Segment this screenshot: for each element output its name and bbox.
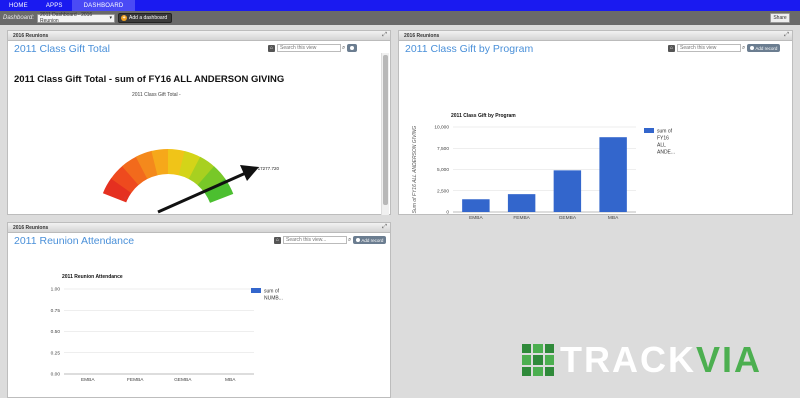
y-tick-label: 7,500 bbox=[437, 146, 449, 152]
y-tick-label: 1.00 bbox=[51, 287, 61, 293]
panel-header-title: 2016 Reunions bbox=[13, 32, 49, 39]
expand-icon[interactable]: ⤢ bbox=[784, 32, 789, 39]
panel-title: 2011 Reunion Attendance bbox=[14, 235, 135, 247]
legend-swatch bbox=[251, 288, 261, 293]
y-tick-label: 0.75 bbox=[51, 308, 61, 314]
dashboard-label: Dashboard bbox=[3, 15, 33, 21]
legend-label: ANDE... bbox=[657, 150, 675, 156]
legend-swatch bbox=[644, 128, 654, 133]
panel-gift-total: 2016 Reunions ⤢ 2011 Class Gift Total ⌂ … bbox=[7, 30, 391, 215]
scrollbar[interactable] bbox=[381, 53, 389, 215]
dashboard-select[interactable]: 2011 Dashboard - 2016 Reunion ▾ bbox=[37, 12, 116, 24]
panel-header: 2016 Reunions ⤢ bbox=[8, 31, 390, 41]
legend-label: sum of bbox=[264, 289, 280, 295]
bar bbox=[507, 194, 536, 212]
bar bbox=[553, 170, 582, 212]
panel-header-title: 2016 Reunions bbox=[404, 32, 440, 39]
search-input[interactable] bbox=[677, 44, 741, 52]
gauge-title: 2011 Class Gift Total - sum of FY16 ALL … bbox=[14, 74, 285, 85]
x-tick-label: GEMBA bbox=[559, 215, 577, 221]
logo-text-track: TRACK bbox=[560, 339, 696, 380]
add-dashboard-button[interactable]: + Add a dashboard bbox=[118, 13, 173, 23]
logo-mark bbox=[522, 344, 554, 376]
search-icon[interactable]: ⌕ bbox=[348, 237, 351, 244]
bar bbox=[599, 137, 627, 212]
search-icon[interactable]: ⌕ bbox=[742, 45, 745, 52]
panel-title: 2011 Class Gift Total bbox=[14, 43, 110, 55]
add-record-button[interactable] bbox=[347, 44, 358, 52]
y-tick-label: 5,000 bbox=[437, 167, 449, 173]
x-tick-label: GEMBA bbox=[174, 377, 192, 383]
expand-icon[interactable]: ⤢ bbox=[382, 224, 387, 231]
x-tick-label: MBA bbox=[608, 215, 619, 221]
add-record-label: Add record bbox=[755, 45, 778, 51]
x-tick-label: EMBA bbox=[81, 377, 95, 383]
add-record-button[interactable]: Add record bbox=[747, 44, 781, 52]
panel-attendance: 2016 Reunions ⤢ 2011 Reunion Attendance … bbox=[7, 222, 391, 398]
legend-label: NUMB... bbox=[264, 296, 283, 302]
chart-title: 2011 Class Gift by Program bbox=[451, 113, 516, 119]
scrollbar-thumb[interactable] bbox=[383, 55, 388, 205]
plus-icon bbox=[350, 46, 355, 50]
search-group: ⌂ ⌕ Add record bbox=[274, 236, 387, 244]
search-group: ⌂ ⌕ bbox=[268, 44, 358, 52]
search-icon[interactable]: ⌕ bbox=[342, 45, 345, 52]
top-nav: HOME APPS DASHBOARD bbox=[0, 0, 800, 11]
gauge-subtitle: 2011 Class Gift Total - bbox=[132, 92, 181, 98]
add-record-label: Add record bbox=[361, 237, 384, 243]
bar-chart-attendance: 2011 Reunion Attendance 0.00 0.25 0.50 0.75 1… bbox=[51, 274, 283, 383]
legend-label: ALL bbox=[657, 143, 666, 149]
y-tick-label: 0.50 bbox=[51, 329, 61, 335]
legend-label: FY16 bbox=[657, 136, 669, 142]
y-axis-label: Sum of FY16 ALL ANDERSON GIVING bbox=[412, 126, 418, 214]
plus-icon: + bbox=[121, 15, 128, 21]
nav-home[interactable]: HOME bbox=[0, 0, 37, 11]
panel-header-title: 2016 Reunions bbox=[13, 224, 49, 231]
panel-titlebar: 2011 Reunion Attendance ⌂ ⌕ Add record bbox=[8, 233, 390, 249]
y-tick-label: 0.00 bbox=[51, 372, 61, 378]
x-tick-label: FEMBA bbox=[513, 215, 530, 221]
panel-gift-by-program: 2016 Reunions ⤢ 2011 Class Gift by Progr… bbox=[398, 30, 793, 221]
add-dashboard-label: Add a dashboard bbox=[129, 15, 168, 21]
nav-dashboard[interactable]: DASHBOARD bbox=[71, 0, 136, 11]
trackvia-logo: TRACKVIA bbox=[522, 342, 762, 378]
y-tick-label: 2,500 bbox=[437, 188, 449, 194]
plus-icon bbox=[356, 238, 361, 242]
dashboard-label-colon: : bbox=[32, 15, 35, 21]
chart-title: 2011 Reunion Attendance bbox=[62, 274, 123, 280]
y-tick-label: 0 bbox=[446, 210, 449, 216]
gauge-chart: 0 2011 - 17277.720 bbox=[102, 148, 279, 214]
share-button[interactable]: Share bbox=[770, 13, 790, 23]
legend-label: sum of bbox=[657, 129, 673, 135]
panel-titlebar: 2011 Class Gift Total ⌂ ⌕ bbox=[8, 41, 390, 57]
search-input[interactable] bbox=[283, 236, 347, 244]
search-input[interactable] bbox=[277, 44, 341, 52]
x-tick-label: MBA bbox=[225, 377, 236, 383]
expand-icon[interactable]: ⤢ bbox=[382, 32, 387, 39]
add-record-button[interactable]: Add record bbox=[353, 236, 387, 244]
nav-apps[interactable]: APPS bbox=[37, 0, 72, 11]
x-tick-label: EMBA bbox=[469, 215, 483, 221]
logo-text-via: VIA bbox=[695, 339, 762, 380]
y-tick-label: 10,000 bbox=[434, 125, 449, 131]
home-icon[interactable]: ⌂ bbox=[274, 236, 281, 244]
panel-header: 2016 Reunions ⤢ bbox=[399, 31, 792, 41]
panel-titlebar: 2011 Class Gift by Program ⌂ ⌕ Add recor… bbox=[399, 41, 792, 57]
bar-chart-gift-by-program: 2011 Class Gift by Program 0 2,500 5,000 7,5… bbox=[412, 113, 675, 221]
logo-wordmark: TRACKVIA bbox=[560, 342, 762, 378]
x-tick-label: FEMBA bbox=[127, 377, 144, 383]
chevron-down-icon: ▾ bbox=[109, 15, 113, 21]
dashboard-toolbar: Dashboard: 2011 Dashboard - 2016 Reunion… bbox=[0, 11, 800, 25]
panel-title: 2011 Class Gift by Program bbox=[405, 43, 534, 55]
y-tick-label: 0.25 bbox=[51, 350, 61, 356]
dashboard-select-value: 2011 Dashboard - 2016 Reunion bbox=[40, 12, 93, 24]
home-icon[interactable]: ⌂ bbox=[668, 44, 675, 52]
plus-icon bbox=[750, 46, 755, 50]
bar bbox=[462, 199, 490, 212]
search-group: ⌂ ⌕ Add record bbox=[668, 44, 781, 52]
home-icon[interactable]: ⌂ bbox=[268, 44, 275, 52]
panel-header: 2016 Reunions ⤢ bbox=[8, 223, 390, 233]
